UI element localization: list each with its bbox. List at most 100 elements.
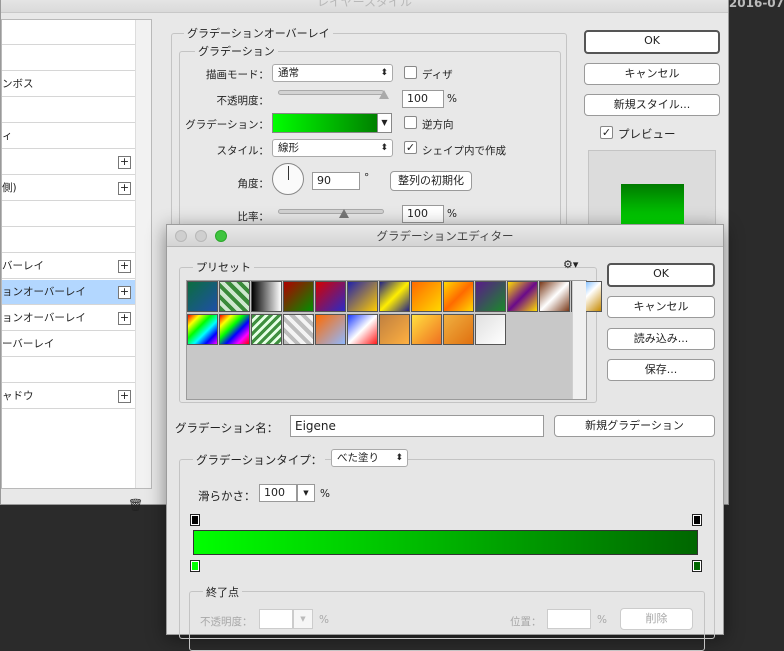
preset-swatch[interactable] (219, 281, 250, 312)
style-list-item[interactable]: ョンオーバーレイ + (2, 280, 135, 305)
reset-alignment-button[interactable]: 整列の初期化 (390, 171, 472, 191)
stop-opacity-dropdown-icon[interactable]: ▼ (293, 609, 313, 629)
preset-swatch[interactable] (315, 281, 346, 312)
preset-swatch[interactable] (283, 314, 314, 345)
preview-label: プレビュー (618, 127, 676, 141)
angle-dial[interactable] (272, 163, 304, 195)
opacity-slider-thumb[interactable] (379, 90, 389, 99)
scale-slider-thumb[interactable] (339, 209, 349, 218)
style-list-item[interactable]: ーバーレイ (2, 332, 135, 357)
ok-button[interactable]: OK (584, 30, 720, 54)
angle-input[interactable]: 90 (312, 172, 360, 190)
style-list: ンボスィ + 側) + バーレイ + ョンオーバーレイ + ョンオーバーレイ + ーバーレイ ャドウ +… (1, 19, 152, 512)
color-stop-left[interactable] (190, 560, 200, 572)
preset-swatch[interactable] (251, 314, 282, 345)
scale-slider[interactable] (278, 209, 384, 214)
opacity-slider[interactable] (278, 90, 384, 95)
style-list-item[interactable]: ャドウ + (2, 384, 135, 409)
preset-swatch[interactable] (379, 314, 410, 345)
blend-mode-select[interactable]: 通常 ⬍ (272, 64, 393, 82)
plus-icon[interactable]: + (118, 390, 131, 403)
style-list-item-label: ーバーレイ (2, 338, 55, 350)
opacity-stop-right[interactable] (692, 514, 702, 526)
cancel-button[interactable]: キャンセル (584, 63, 720, 85)
preset-swatch[interactable] (187, 314, 218, 345)
preset-swatch[interactable] (411, 314, 442, 345)
cancel-button[interactable]: キャンセル (607, 296, 715, 318)
preset-swatch[interactable] (443, 281, 474, 312)
new-gradient-button[interactable]: 新規グラデーション (554, 415, 715, 437)
plus-icon[interactable]: + (118, 286, 131, 299)
preview-checkbox[interactable]: ✓ (600, 126, 613, 139)
style-list-item[interactable] (2, 358, 135, 383)
plus-icon[interactable]: + (118, 182, 131, 195)
style-list-item[interactable]: ンボス (2, 72, 135, 97)
style-label: スタイル： (216, 145, 270, 157)
preset-swatch[interactable] (539, 281, 570, 312)
preset-swatch[interactable] (251, 281, 282, 312)
preset-swatch[interactable] (443, 314, 474, 345)
style-list-item-label: バーレイ (2, 260, 44, 272)
angle-label: 角度： (237, 178, 270, 190)
opacity-unit: % (447, 93, 457, 105)
smoothness-input[interactable]: 100 (259, 484, 297, 502)
delete-button[interactable]: 削除 (620, 608, 693, 630)
dropdown-arrow-icon[interactable]: ▼ (377, 114, 391, 132)
reverse-checkbox[interactable] (404, 116, 417, 129)
stop-opacity-unit: % (319, 614, 329, 626)
gradient-editor-title: グラデーションエディター (376, 229, 514, 243)
preset-swatch[interactable] (379, 281, 410, 312)
style-list-item[interactable]: + (2, 150, 135, 175)
preset-swatch[interactable] (411, 281, 442, 312)
new-style-button[interactable]: 新規スタイル... (584, 94, 720, 116)
preset-swatch[interactable] (219, 314, 250, 345)
preset-swatch[interactable] (475, 314, 506, 345)
gradient-name-input[interactable]: Eigene (290, 415, 544, 437)
style-list-item[interactable] (2, 20, 135, 45)
plus-icon[interactable]: + (118, 156, 131, 169)
style-list-item[interactable]: ィ (2, 124, 135, 149)
preset-swatch[interactable] (347, 281, 378, 312)
style-list-item[interactable]: 側) + (2, 176, 135, 201)
preset-swatch[interactable] (347, 314, 378, 345)
updown-icon: ⬍ (395, 453, 403, 463)
gear-icon[interactable]: ⚙▾ (563, 258, 578, 271)
gradient-swatch[interactable]: ▼ (272, 113, 392, 133)
gradient-bar[interactable] (193, 530, 698, 555)
gradient-type-select[interactable]: べた塗り ⬍ (331, 449, 408, 467)
trash-icon[interactable]: 🗑 (128, 498, 143, 512)
stop-opacity-label: 不透明度： (200, 616, 253, 628)
dither-checkbox[interactable] (404, 66, 417, 79)
preset-swatch[interactable] (315, 314, 346, 345)
location-input[interactable] (547, 609, 591, 629)
style-list-item[interactable]: バーレイ + (2, 254, 135, 279)
style-list-item[interactable]: ョンオーバーレイ + (2, 306, 135, 331)
gradient-editor-titlebar[interactable]: グラデーションエディター (167, 225, 723, 247)
opacity-input[interactable]: 100 (402, 90, 444, 108)
preset-swatch[interactable] (475, 281, 506, 312)
style-list-item[interactable] (2, 46, 135, 71)
preset-swatch[interactable] (187, 281, 218, 312)
preset-swatch[interactable] (507, 281, 538, 312)
preset-scrollbar[interactable] (572, 281, 586, 399)
style-list-item[interactable] (2, 202, 135, 227)
plus-icon[interactable]: + (118, 260, 131, 273)
desktop-date: 2016-07 (728, 0, 784, 10)
ok-button[interactable]: OK (607, 263, 715, 287)
load-button[interactable]: 読み込み... (607, 328, 715, 350)
smoothness-dropdown-icon[interactable]: ▼ (297, 484, 315, 502)
style-list-item[interactable] (2, 228, 135, 253)
align-with-layer-checkbox[interactable]: ✓ (404, 141, 417, 154)
save-button[interactable]: 保存... (607, 359, 715, 381)
opacity-stop-left[interactable] (190, 514, 200, 526)
preset-swatch[interactable] (283, 281, 314, 312)
scale-input[interactable]: 100 (402, 205, 444, 223)
color-stop-right[interactable] (692, 560, 702, 572)
plus-icon[interactable]: + (118, 312, 131, 325)
stop-opacity-input[interactable] (259, 609, 293, 629)
updown-icon: ⬍ (380, 68, 388, 78)
style-list-scrollbar[interactable] (135, 20, 151, 488)
location-label: 位置： (510, 616, 542, 628)
style-select[interactable]: 線形 ⬍ (272, 139, 393, 157)
style-list-item[interactable] (2, 98, 135, 123)
